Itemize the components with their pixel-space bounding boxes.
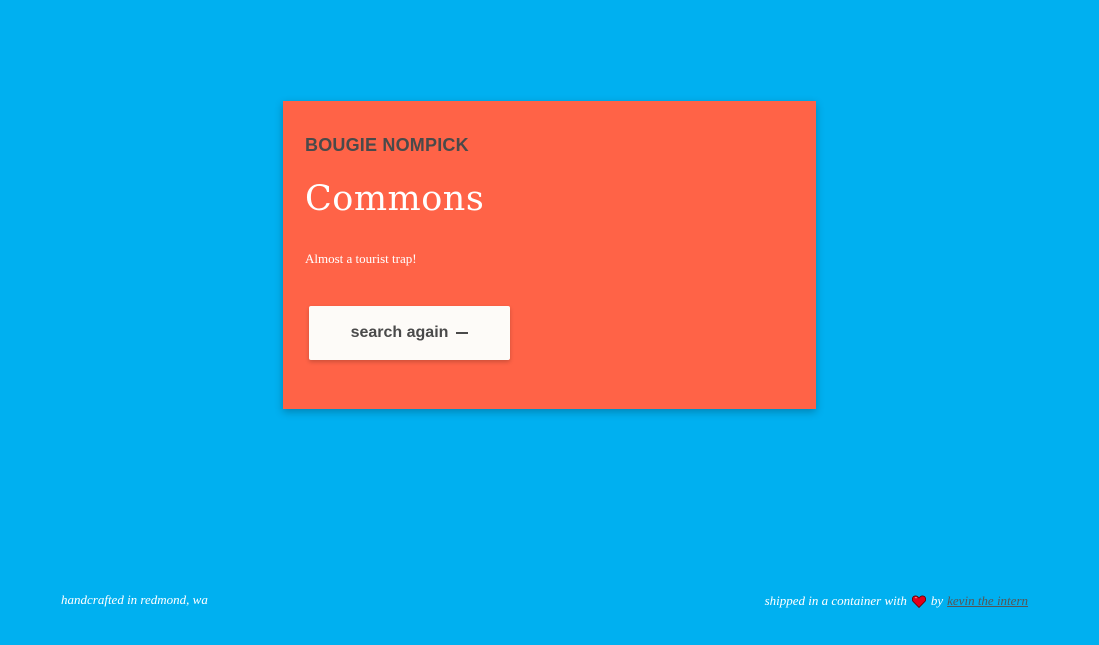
restaurant-title: Commons — [305, 179, 485, 219]
footer-shipped-text: shipped in a container with — [764, 593, 907, 608]
result-card: BOUGIE NOMPICK Commons Almost a tourist … — [283, 101, 816, 409]
author-link[interactable]: kevin the intern — [947, 593, 1028, 609]
category-label: BOUGIE NOMPICK — [305, 135, 469, 155]
dash-icon — [456, 332, 469, 334]
heart-icon — [911, 595, 926, 608]
restaurant-tagline: Almost a tourist trap! — [305, 251, 417, 266]
footer-location: handcrafted in redmond, wa — [61, 592, 208, 607]
search-again-label: search again — [350, 324, 449, 341]
footer-by-text: by — [930, 593, 944, 608]
search-again-button[interactable]: search again — [309, 306, 510, 360]
footer-credits: shipped in a container with by kevin the… — [765, 593, 1028, 609]
